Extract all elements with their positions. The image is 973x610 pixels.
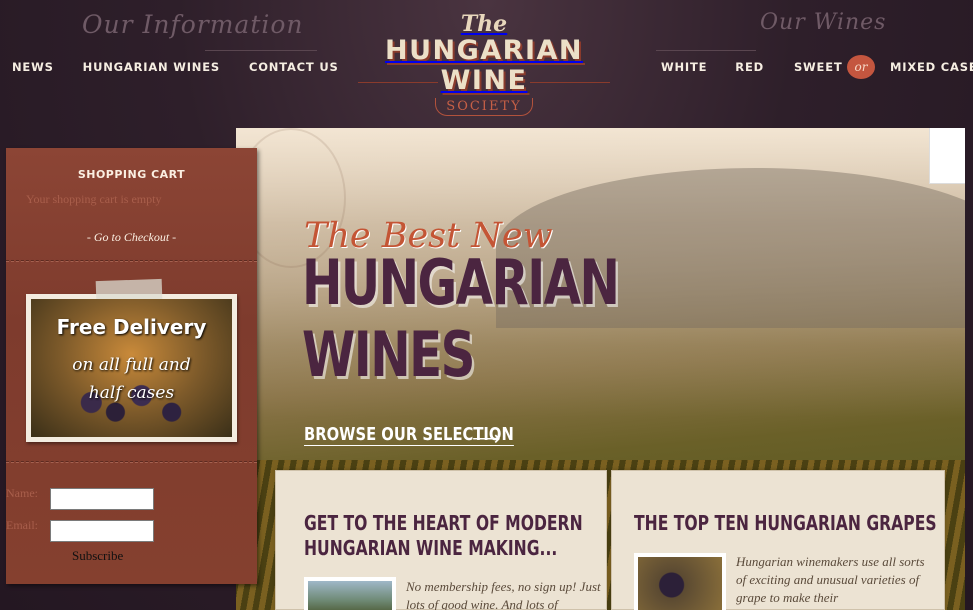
- nav-white[interactable]: WHITE: [661, 60, 707, 74]
- nav-red[interactable]: RED: [735, 60, 764, 74]
- logo-swirl-right: [530, 82, 610, 83]
- sidebar: SHOPPING CART Your shopping cart is empt…: [6, 148, 257, 584]
- mixed-case-nav: MIXED CASE: [890, 60, 973, 74]
- header-divider-left: [205, 50, 317, 51]
- subscribe-button[interactable]: Subscribe: [72, 548, 123, 564]
- panel-modern-wine-making: GET TO THE HEART OF MODERN HUNGARIAN WIN…: [275, 470, 607, 610]
- or-badge: or: [847, 55, 875, 79]
- shopping-cart-title: SHOPPING CART: [77, 168, 186, 181]
- header-divider-right: [656, 50, 756, 51]
- panel-title-line2: HUNGARIAN WINE MAKING...: [304, 536, 558, 560]
- arrow-right-icon: ⟶: [472, 428, 501, 450]
- our-wines-heading: Our Wines: [760, 10, 887, 35]
- logo-name: HUNGARIAN WINE: [384, 35, 583, 96]
- site-logo[interactable]: The HUNGARIAN WINE SOCIETY: [348, 11, 620, 116]
- panel-thumbnail[interactable]: [304, 577, 396, 610]
- sidebar-divider: [6, 260, 257, 262]
- nav-contact-us[interactable]: CONTACT US: [249, 60, 339, 74]
- logo-swirl-left: [358, 82, 438, 83]
- panel-title-line1: GET TO THE HEART OF MODERN: [304, 511, 583, 535]
- tape-decoration: [95, 278, 163, 302]
- email-field[interactable]: [50, 520, 154, 542]
- info-nav: NEWS HUNGARIAN WINES CONTACT US: [12, 60, 339, 74]
- email-label: Email:: [6, 518, 38, 532]
- nav-hungarian-wines[interactable]: HUNGARIAN WINES: [83, 60, 220, 74]
- nav-news[interactable]: NEWS: [12, 60, 54, 74]
- panel-text: Hungarian winemakers use all sorts of ex…: [736, 554, 925, 605]
- grapes-image: [638, 557, 722, 610]
- free-delivery-promo[interactable]: Free Delivery on all full and half cases: [26, 278, 237, 442]
- name-field[interactable]: [50, 488, 154, 510]
- forest-image: [308, 581, 392, 610]
- hero-title-line2: WINES: [302, 318, 475, 391]
- logo-society: SOCIETY: [435, 98, 533, 116]
- nav-sweet[interactable]: SWEET: [794, 60, 843, 74]
- panel-title[interactable]: THE TOP TEN HUNGARIAN GRAPES: [634, 511, 937, 536]
- cart-empty-message: Your shopping cart is empty: [26, 192, 162, 206]
- panel-title-line1: THE TOP TEN HUNGARIAN GRAPES: [634, 511, 937, 535]
- checkout-link[interactable]: - Go to Checkout -: [6, 230, 257, 245]
- name-label: Name:: [6, 486, 38, 500]
- promo-title: Free Delivery: [56, 315, 207, 339]
- nav-mixed-case[interactable]: MIXED CASE: [890, 60, 973, 74]
- panel-thumbnail[interactable]: [634, 553, 726, 610]
- panel-text: No membership fees, no sign up! Just lot…: [406, 579, 601, 610]
- our-information-heading: Our Information: [82, 10, 304, 39]
- promo-subtitle: on all full and half cases: [72, 355, 191, 403]
- promo-photo: Free Delivery on all full and half cases: [31, 299, 232, 437]
- hero-corner-tab: [929, 128, 965, 184]
- panel-top-ten-grapes: THE TOP TEN HUNGARIAN GRAPES Hungarian w…: [611, 470, 945, 610]
- wines-nav: WHITE RED SWEET: [661, 60, 843, 74]
- logo-the: The: [460, 11, 508, 37]
- sidebar-divider: [6, 461, 257, 463]
- hero-title-line1: HUNGARIAN: [302, 246, 620, 319]
- panel-title[interactable]: GET TO THE HEART OF MODERN HUNGARIAN WIN…: [304, 511, 583, 561]
